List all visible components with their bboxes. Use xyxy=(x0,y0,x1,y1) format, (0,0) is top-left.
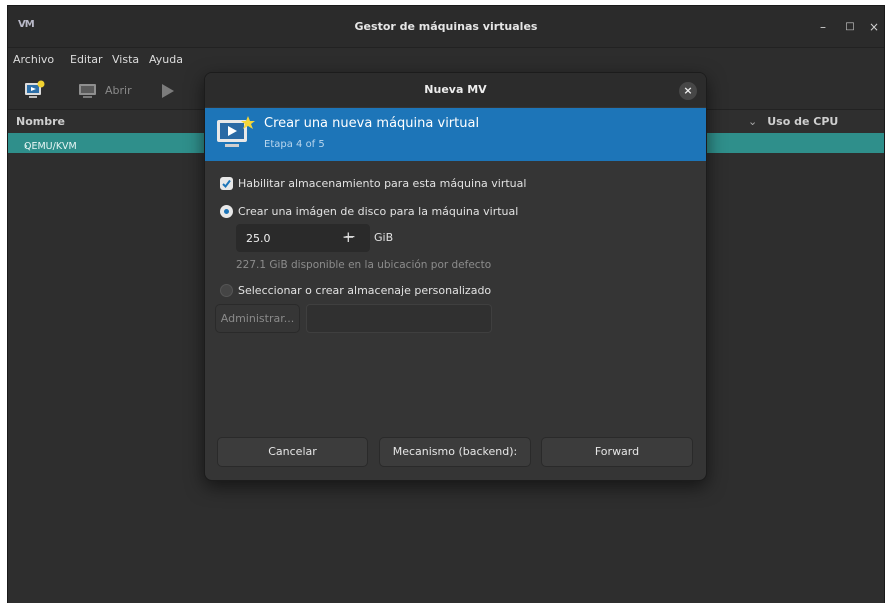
chevron-down-icon: ⌄ xyxy=(748,115,758,128)
window-title: Gestor de máquinas virtuales xyxy=(354,20,538,33)
new-vm-icon[interactable] xyxy=(24,80,46,103)
check-icon xyxy=(222,179,231,189)
connection-name: QEMU/KVM xyxy=(24,141,77,152)
dialog-title: Nueva MV xyxy=(424,83,487,96)
connection-label: › QEMU/KVM xyxy=(16,137,77,152)
dialog-titlebar[interactable]: Nueva MV × xyxy=(205,73,706,107)
menu-ayuda[interactable]: Ayuda xyxy=(149,53,183,66)
enable-storage-label[interactable]: Habilitar almacenamiento para esta máqui… xyxy=(238,177,526,190)
window-titlebar[interactable]: VM Gestor de máquinas virtuales – □ × xyxy=(8,6,884,48)
wizard-banner: Crear una nueva máquina virtual Etapa 4 … xyxy=(205,108,706,161)
forward-button[interactable]: Forward xyxy=(541,437,693,467)
create-disk-label[interactable]: Crear una imágen de disco para la máquin… xyxy=(238,205,518,218)
column-name[interactable]: Nombre xyxy=(16,115,65,128)
manage-button[interactable]: Administrar... xyxy=(215,304,300,333)
run-icon[interactable] xyxy=(161,83,175,102)
close-button[interactable]: × xyxy=(865,18,883,36)
backend-button[interactable]: Mecanismo (backend): xyxy=(379,437,531,467)
banner-step: Etapa 4 of 5 xyxy=(264,139,325,150)
column-cpu-label: Uso de CPU xyxy=(767,115,839,128)
menu-bar: Archivo Editar Vista Ayuda xyxy=(8,48,884,72)
disk-size-unit: GiB xyxy=(374,231,394,244)
increment-button[interactable]: + xyxy=(342,228,355,246)
maximize-button[interactable]: □ xyxy=(841,18,859,36)
minimize-button[interactable]: – xyxy=(814,18,832,36)
open-console-icon[interactable] xyxy=(78,82,98,103)
available-space-hint: 227.1 GiB disponible en la ubicación por… xyxy=(236,259,492,271)
custom-storage-label[interactable]: Seleccionar o crear almacenaje personali… xyxy=(238,284,491,297)
new-vm-dialog: Nueva MV × Crear una nueva máquina virtu… xyxy=(204,72,707,481)
column-cpu[interactable]: ⌄ Uso de CPU xyxy=(748,115,838,128)
open-label[interactable]: Abrir xyxy=(105,84,132,97)
cancel-button[interactable]: Cancelar xyxy=(217,437,368,467)
menu-archivo[interactable]: Archivo xyxy=(13,53,54,66)
menu-editar[interactable]: Editar xyxy=(70,53,103,66)
menu-vista[interactable]: Vista xyxy=(112,53,139,66)
enable-storage-checkbox[interactable] xyxy=(220,177,233,190)
dialog-close-button[interactable]: × xyxy=(679,82,697,100)
create-disk-radio[interactable] xyxy=(220,205,233,218)
custom-storage-radio[interactable] xyxy=(220,284,233,297)
disk-size-input[interactable]: 25.0 xyxy=(246,232,271,245)
banner-heading: Crear una nueva máquina virtual xyxy=(264,116,480,131)
storage-path-input[interactable] xyxy=(306,304,492,333)
new-vm-icon xyxy=(215,114,255,157)
